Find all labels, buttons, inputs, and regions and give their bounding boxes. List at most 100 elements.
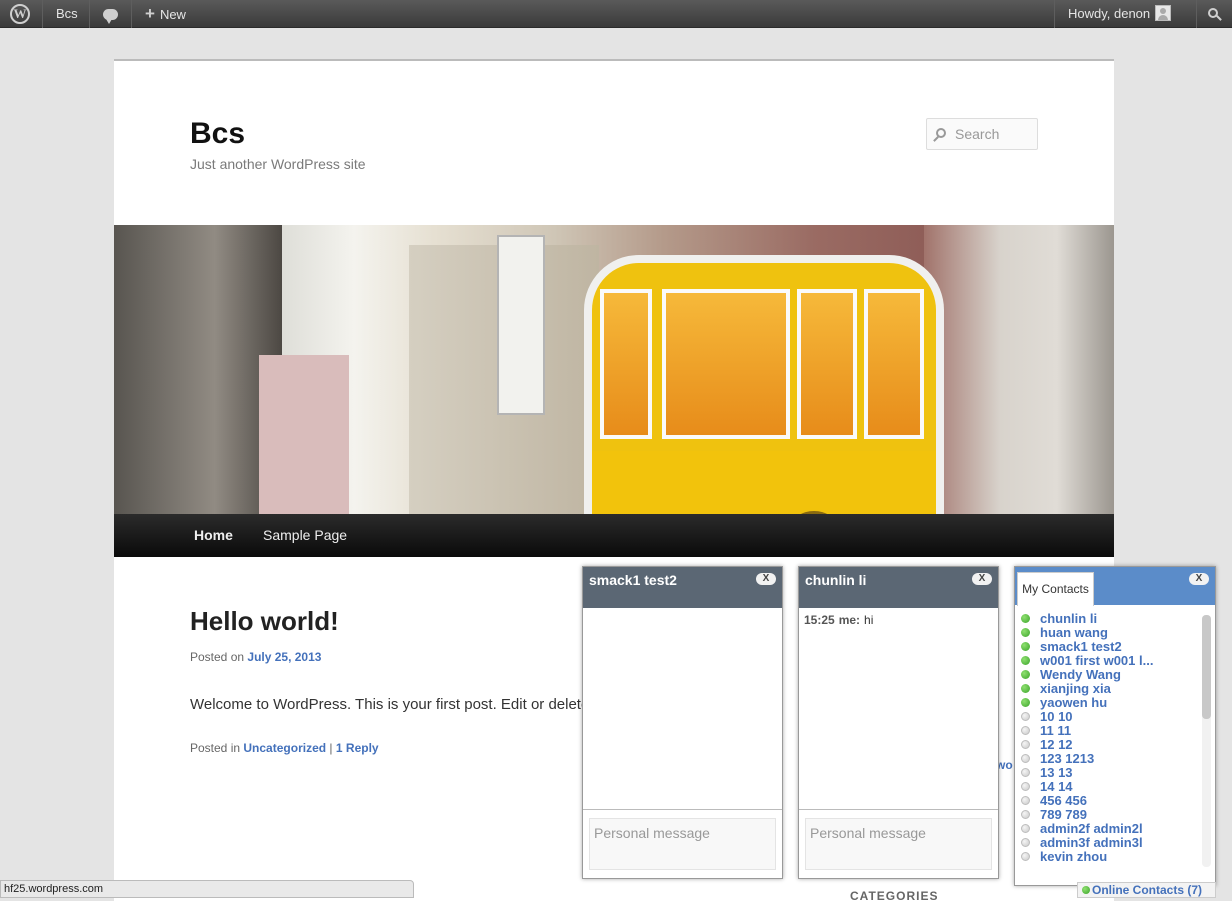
tram-window xyxy=(662,289,790,439)
contact-item[interactable]: huan wang xyxy=(1021,626,1215,640)
online-contacts-toggle[interactable]: Online Contacts (7) xyxy=(1077,882,1216,898)
online-status-icon xyxy=(1082,886,1090,894)
chat-contact-name: smack1 test2 xyxy=(589,572,677,588)
close-chat-button[interactable]: X xyxy=(972,573,992,585)
plus-icon: + xyxy=(145,4,155,23)
contact-item[interactable]: w001 first w001 l... xyxy=(1021,654,1215,668)
admin-bar-divider xyxy=(1054,0,1055,28)
reply-link[interactable]: 1 Reply xyxy=(336,741,379,755)
contact-item[interactable]: 456 456 xyxy=(1021,794,1215,808)
contact-item[interactable]: admin3f admin3l xyxy=(1021,836,1215,850)
admin-bar-divider xyxy=(131,0,132,28)
search-icon xyxy=(936,128,946,138)
tab-my-contacts[interactable]: My Contacts xyxy=(1017,572,1094,606)
contact-item[interactable]: 11 11 xyxy=(1021,724,1215,738)
header-building-pink xyxy=(259,355,349,514)
chat-message-input[interactable]: Personal message xyxy=(805,818,992,870)
scrollbar-thumb[interactable] xyxy=(1202,615,1211,719)
contact-item[interactable]: yaowen hu xyxy=(1021,696,1215,710)
avatar xyxy=(1155,5,1172,21)
chat-header[interactable]: chunlin li X xyxy=(799,567,998,608)
nav-item-sample-page[interactable]: Sample Page xyxy=(263,514,347,557)
search-placeholder: Search xyxy=(955,126,1000,142)
online-status-icon xyxy=(1021,614,1030,623)
offline-status-icon xyxy=(1021,838,1030,847)
header-image[interactable] xyxy=(114,225,1114,514)
contacts-scrollbar[interactable] xyxy=(1202,615,1211,867)
header-building-left xyxy=(114,225,282,514)
contact-item[interactable]: 13 13 xyxy=(1021,766,1215,780)
search-icon xyxy=(1208,8,1218,18)
admin-search-button[interactable] xyxy=(1208,0,1218,28)
contact-name: 456 456 xyxy=(1040,793,1087,808)
post-title[interactable]: Hello world! xyxy=(190,606,339,637)
online-status-icon xyxy=(1021,628,1030,637)
howdy-text: Howdy, denon xyxy=(1068,6,1151,21)
post-content: Welcome to WordPress. This is your first… xyxy=(190,696,601,713)
post-date-link[interactable]: July 25, 2013 xyxy=(247,650,321,664)
contact-item[interactable]: 14 14 xyxy=(1021,780,1215,794)
offline-status-icon xyxy=(1021,852,1030,861)
contact-name: 11 11 xyxy=(1040,723,1072,738)
contact-name: yaowen hu xyxy=(1040,695,1108,710)
contacts-panel: My Contacts X chunlin li huan wang smack1 … xyxy=(1014,566,1216,886)
categories-heading: CATEGORIES xyxy=(850,889,939,901)
tram-window xyxy=(864,289,924,439)
contact-item[interactable]: 10 10 xyxy=(1021,710,1215,724)
contact-name: kevin zhou xyxy=(1040,849,1108,864)
close-contacts-button[interactable]: X xyxy=(1189,573,1209,585)
close-chat-button[interactable]: X xyxy=(756,573,776,585)
nav-item-home[interactable]: Home xyxy=(194,514,233,557)
site-title[interactable]: Bcs xyxy=(190,117,245,151)
contact-item[interactable]: 12 12 xyxy=(1021,738,1215,752)
chat-window-chunlin: chunlin li X 15:25 me: hi Personal message xyxy=(798,566,999,879)
contact-item[interactable]: xianjing xia xyxy=(1021,682,1215,696)
contact-item[interactable]: 123 1213 xyxy=(1021,752,1215,766)
contact-item[interactable]: admin2f admin2l xyxy=(1021,822,1215,836)
contact-item[interactable]: Wendy Wang xyxy=(1021,668,1215,682)
online-contacts-label: Online Contacts (7) xyxy=(1092,883,1203,897)
online-status-icon xyxy=(1021,698,1030,707)
contacts-header[interactable]: My Contacts X xyxy=(1015,567,1215,606)
chat-message-input[interactable]: Personal message xyxy=(589,818,776,870)
contact-name: 14 14 xyxy=(1040,779,1073,794)
comments-link[interactable] xyxy=(103,0,118,28)
contact-name: admin2f admin2l xyxy=(1040,821,1143,836)
chat-header[interactable]: smack1 test2 X xyxy=(583,567,782,608)
contact-name: w001 first w001 l... xyxy=(1040,653,1154,668)
contact-name: chunlin li xyxy=(1040,611,1098,626)
contact-item[interactable]: chunlin li xyxy=(1021,612,1215,626)
category-link[interactable]: Uncategorized xyxy=(243,741,326,755)
browser-status-bar: hf25.wordpress.com xyxy=(0,880,414,898)
offline-status-icon xyxy=(1021,782,1030,791)
message-text: hi xyxy=(864,613,874,627)
site-description: Just another WordPress site xyxy=(190,156,366,172)
posted-on-label: Posted on xyxy=(190,650,245,664)
contact-name: 789 789 xyxy=(1040,807,1087,822)
main-navigation: Home Sample Page xyxy=(114,514,1114,557)
tram-window xyxy=(797,289,857,439)
header-building-right xyxy=(924,225,1114,514)
account-menu[interactable]: Howdy, denon xyxy=(1068,0,1172,28)
contact-item[interactable]: smack1 test2 xyxy=(1021,640,1215,654)
contact-name: 123 1213 xyxy=(1040,751,1095,766)
offline-status-icon xyxy=(1021,810,1030,819)
yellow-tram xyxy=(584,255,944,514)
post-footer: Posted in Uncategorized | 1 Reply xyxy=(190,741,379,755)
search-input[interactable]: Search xyxy=(926,118,1038,150)
footer-separator: | xyxy=(329,741,333,755)
admin-bar-site-link[interactable]: Bcs xyxy=(56,0,78,28)
offline-status-icon xyxy=(1021,754,1030,763)
chat-messages xyxy=(583,608,782,810)
contact-item[interactable]: kevin zhou xyxy=(1021,850,1215,864)
chat-window-smack1: smack1 test2 X Personal message xyxy=(582,566,783,879)
new-content-menu[interactable]: + New xyxy=(145,0,186,28)
contact-item[interactable]: 789 789 xyxy=(1021,808,1215,822)
hotel-sign xyxy=(497,235,545,415)
chat-contact-name: chunlin li xyxy=(805,572,867,588)
admin-bar-divider xyxy=(42,0,43,28)
offline-status-icon xyxy=(1021,768,1030,777)
contact-list: chunlin li huan wang smack1 test2 w001 firs… xyxy=(1015,605,1215,864)
tram-body xyxy=(592,451,936,514)
wordpress-logo-icon[interactable]: W xyxy=(10,0,32,28)
